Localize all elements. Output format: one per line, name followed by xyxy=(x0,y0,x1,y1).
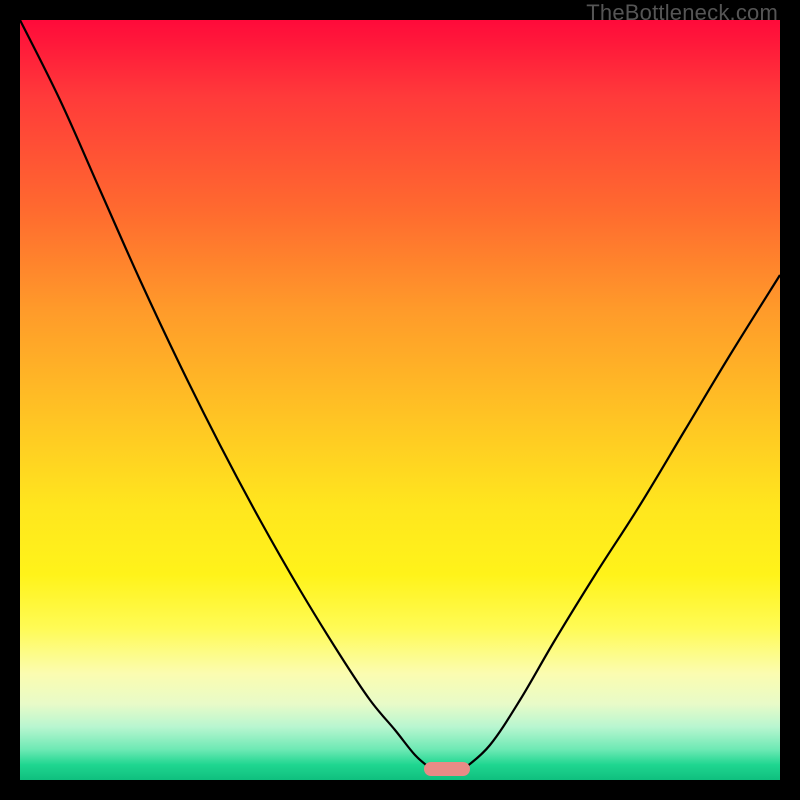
curve-layer xyxy=(20,20,780,780)
optimal-point-marker xyxy=(424,762,470,776)
plot-area xyxy=(20,20,780,780)
bottleneck-curve-right xyxy=(465,275,780,768)
chart-frame: TheBottleneck.com xyxy=(0,0,800,800)
bottleneck-curve-left xyxy=(20,20,430,768)
